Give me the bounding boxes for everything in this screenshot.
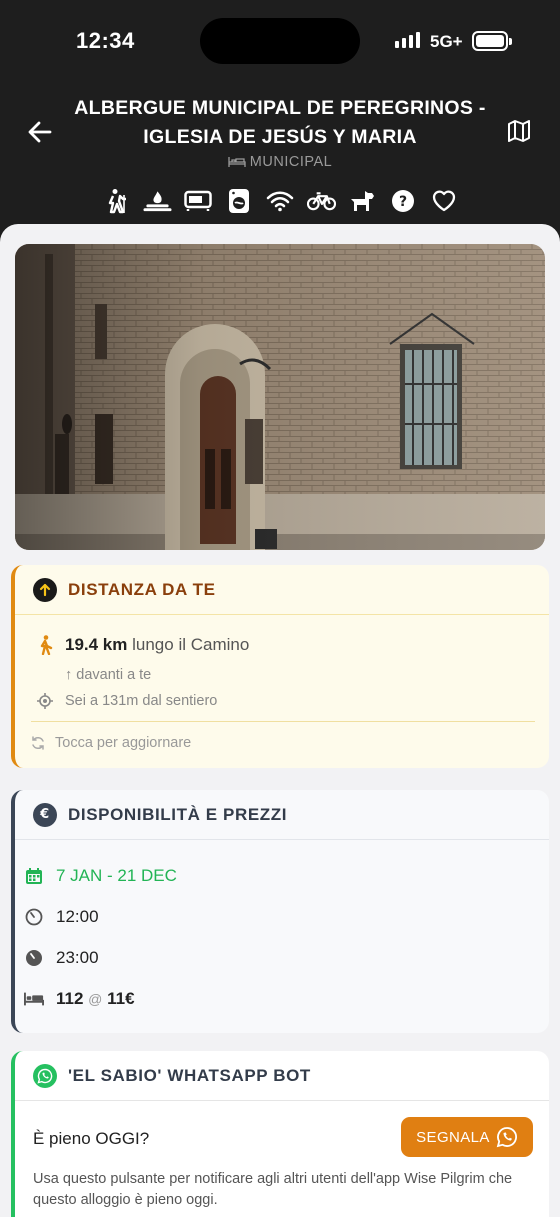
closing-time: 23:00 xyxy=(24,948,99,968)
dates-text: 7 JAN - 21 DEC xyxy=(56,866,177,885)
status-bar: 12:34 5G+ xyxy=(0,0,560,84)
whatsapp-icon xyxy=(496,1127,517,1148)
crosshair-icon xyxy=(37,693,53,709)
distance-card[interactable]: DISTANZA DA TE 19.4 km lungo il Camino ↑… xyxy=(11,565,549,768)
washing-machine-icon xyxy=(225,186,254,215)
walking-icon xyxy=(40,635,53,655)
euro-icon: € xyxy=(33,802,57,827)
dynamic-island xyxy=(200,18,360,64)
opening-time-text: 12:00 xyxy=(56,907,99,926)
refresh-button[interactable]: Tocca per aggiornare xyxy=(31,735,191,751)
closing-time-text: 23:00 xyxy=(56,948,99,967)
question-icon[interactable]: ? xyxy=(389,186,418,215)
arrow-up-icon xyxy=(33,577,57,602)
price-text: 11€ xyxy=(107,989,135,1008)
report-full-button[interactable]: SEGNALA xyxy=(401,1117,533,1157)
church-facade-photo xyxy=(15,244,545,550)
availability-card-title: DISPONIBILITÀ E PREZZI xyxy=(68,804,288,824)
bed-icon xyxy=(228,157,246,167)
detail-content[interactable]: DISTANZA DA TE 19.4 km lungo il Camino ↑… xyxy=(0,224,560,1217)
trail-distance-row: Sei a 131m dal sentiero xyxy=(37,693,217,709)
refresh-text: Tocca per aggiornare xyxy=(55,735,192,751)
type-text: MUNICIPAL xyxy=(249,154,333,170)
network-label: 5G+ xyxy=(430,32,463,51)
microwave-icon xyxy=(184,186,213,215)
at-sign: @ xyxy=(88,991,103,1007)
heart-icon[interactable] xyxy=(430,186,459,215)
distance-card-header: DISTANZA DA TE xyxy=(15,565,549,615)
whatsapp-bot-card: 'EL SABIO' WHATSAPP BOT È pieno OGGI? SE… xyxy=(11,1051,549,1217)
bot-card-header: 'EL SABIO' WHATSAPP BOT xyxy=(15,1051,549,1101)
map-icon xyxy=(508,120,530,142)
distance-suffix: lungo il Camino xyxy=(132,635,250,654)
distance-card-title: DISTANZA DA TE xyxy=(68,579,216,599)
report-button-label: SEGNALA xyxy=(416,1128,490,1146)
albergue-photo[interactable] xyxy=(15,244,545,550)
bot-card-title: 'EL SABIO' WHATSAPP BOT xyxy=(68,1065,311,1085)
battery-icon xyxy=(472,31,512,51)
distance-main: 19.4 km lungo il Camino xyxy=(37,635,249,655)
trail-distance-text: Sei a 131m dal sentiero xyxy=(65,693,218,709)
page-title: ALBERGUE MUNICIPAL DE PEREGRINOS - IGLES… xyxy=(74,97,486,148)
dog-icon xyxy=(348,186,377,215)
availability-card-header: € DISPONIBILITÀ E PREZZI xyxy=(15,790,549,840)
arrow-left-icon xyxy=(28,121,52,143)
beds-price: 112 @ 11€ xyxy=(24,989,135,1009)
wifi-icon xyxy=(266,186,295,215)
campfire-icon xyxy=(142,186,172,215)
clock-outline-icon xyxy=(24,907,44,927)
distance-direction: ↑ davanti a te xyxy=(65,667,152,683)
svg-text:?: ? xyxy=(399,194,407,210)
amenities-row: ? xyxy=(0,186,560,215)
opening-time: 12:00 xyxy=(24,907,99,927)
distance-value: 19.4 km xyxy=(65,635,128,654)
pilgrim-icon xyxy=(102,186,131,215)
back-button[interactable] xyxy=(26,118,54,146)
beds-count: 112 xyxy=(56,989,84,1008)
type-label: MUNICIPAL xyxy=(0,154,560,170)
bot-note: Usa questo pulsante per notificare agli … xyxy=(33,1171,513,1208)
bot-question: È pieno OGGI? xyxy=(33,1129,150,1148)
header: ALBERGUE MUNICIPAL DE PEREGRINOS - IGLES… xyxy=(0,84,560,224)
refresh-icon xyxy=(32,736,44,750)
bed-icon xyxy=(24,989,44,1009)
divider xyxy=(31,721,535,722)
whatsapp-icon xyxy=(33,1063,57,1088)
availability-dates: 7 JAN - 21 DEC xyxy=(24,866,177,886)
map-button[interactable] xyxy=(506,118,534,146)
bicycle-icon xyxy=(306,186,336,215)
status-time: 12:34 xyxy=(76,28,135,53)
clock-filled-icon xyxy=(24,948,44,968)
signal-icon xyxy=(395,32,420,48)
calendar-icon xyxy=(24,866,44,886)
